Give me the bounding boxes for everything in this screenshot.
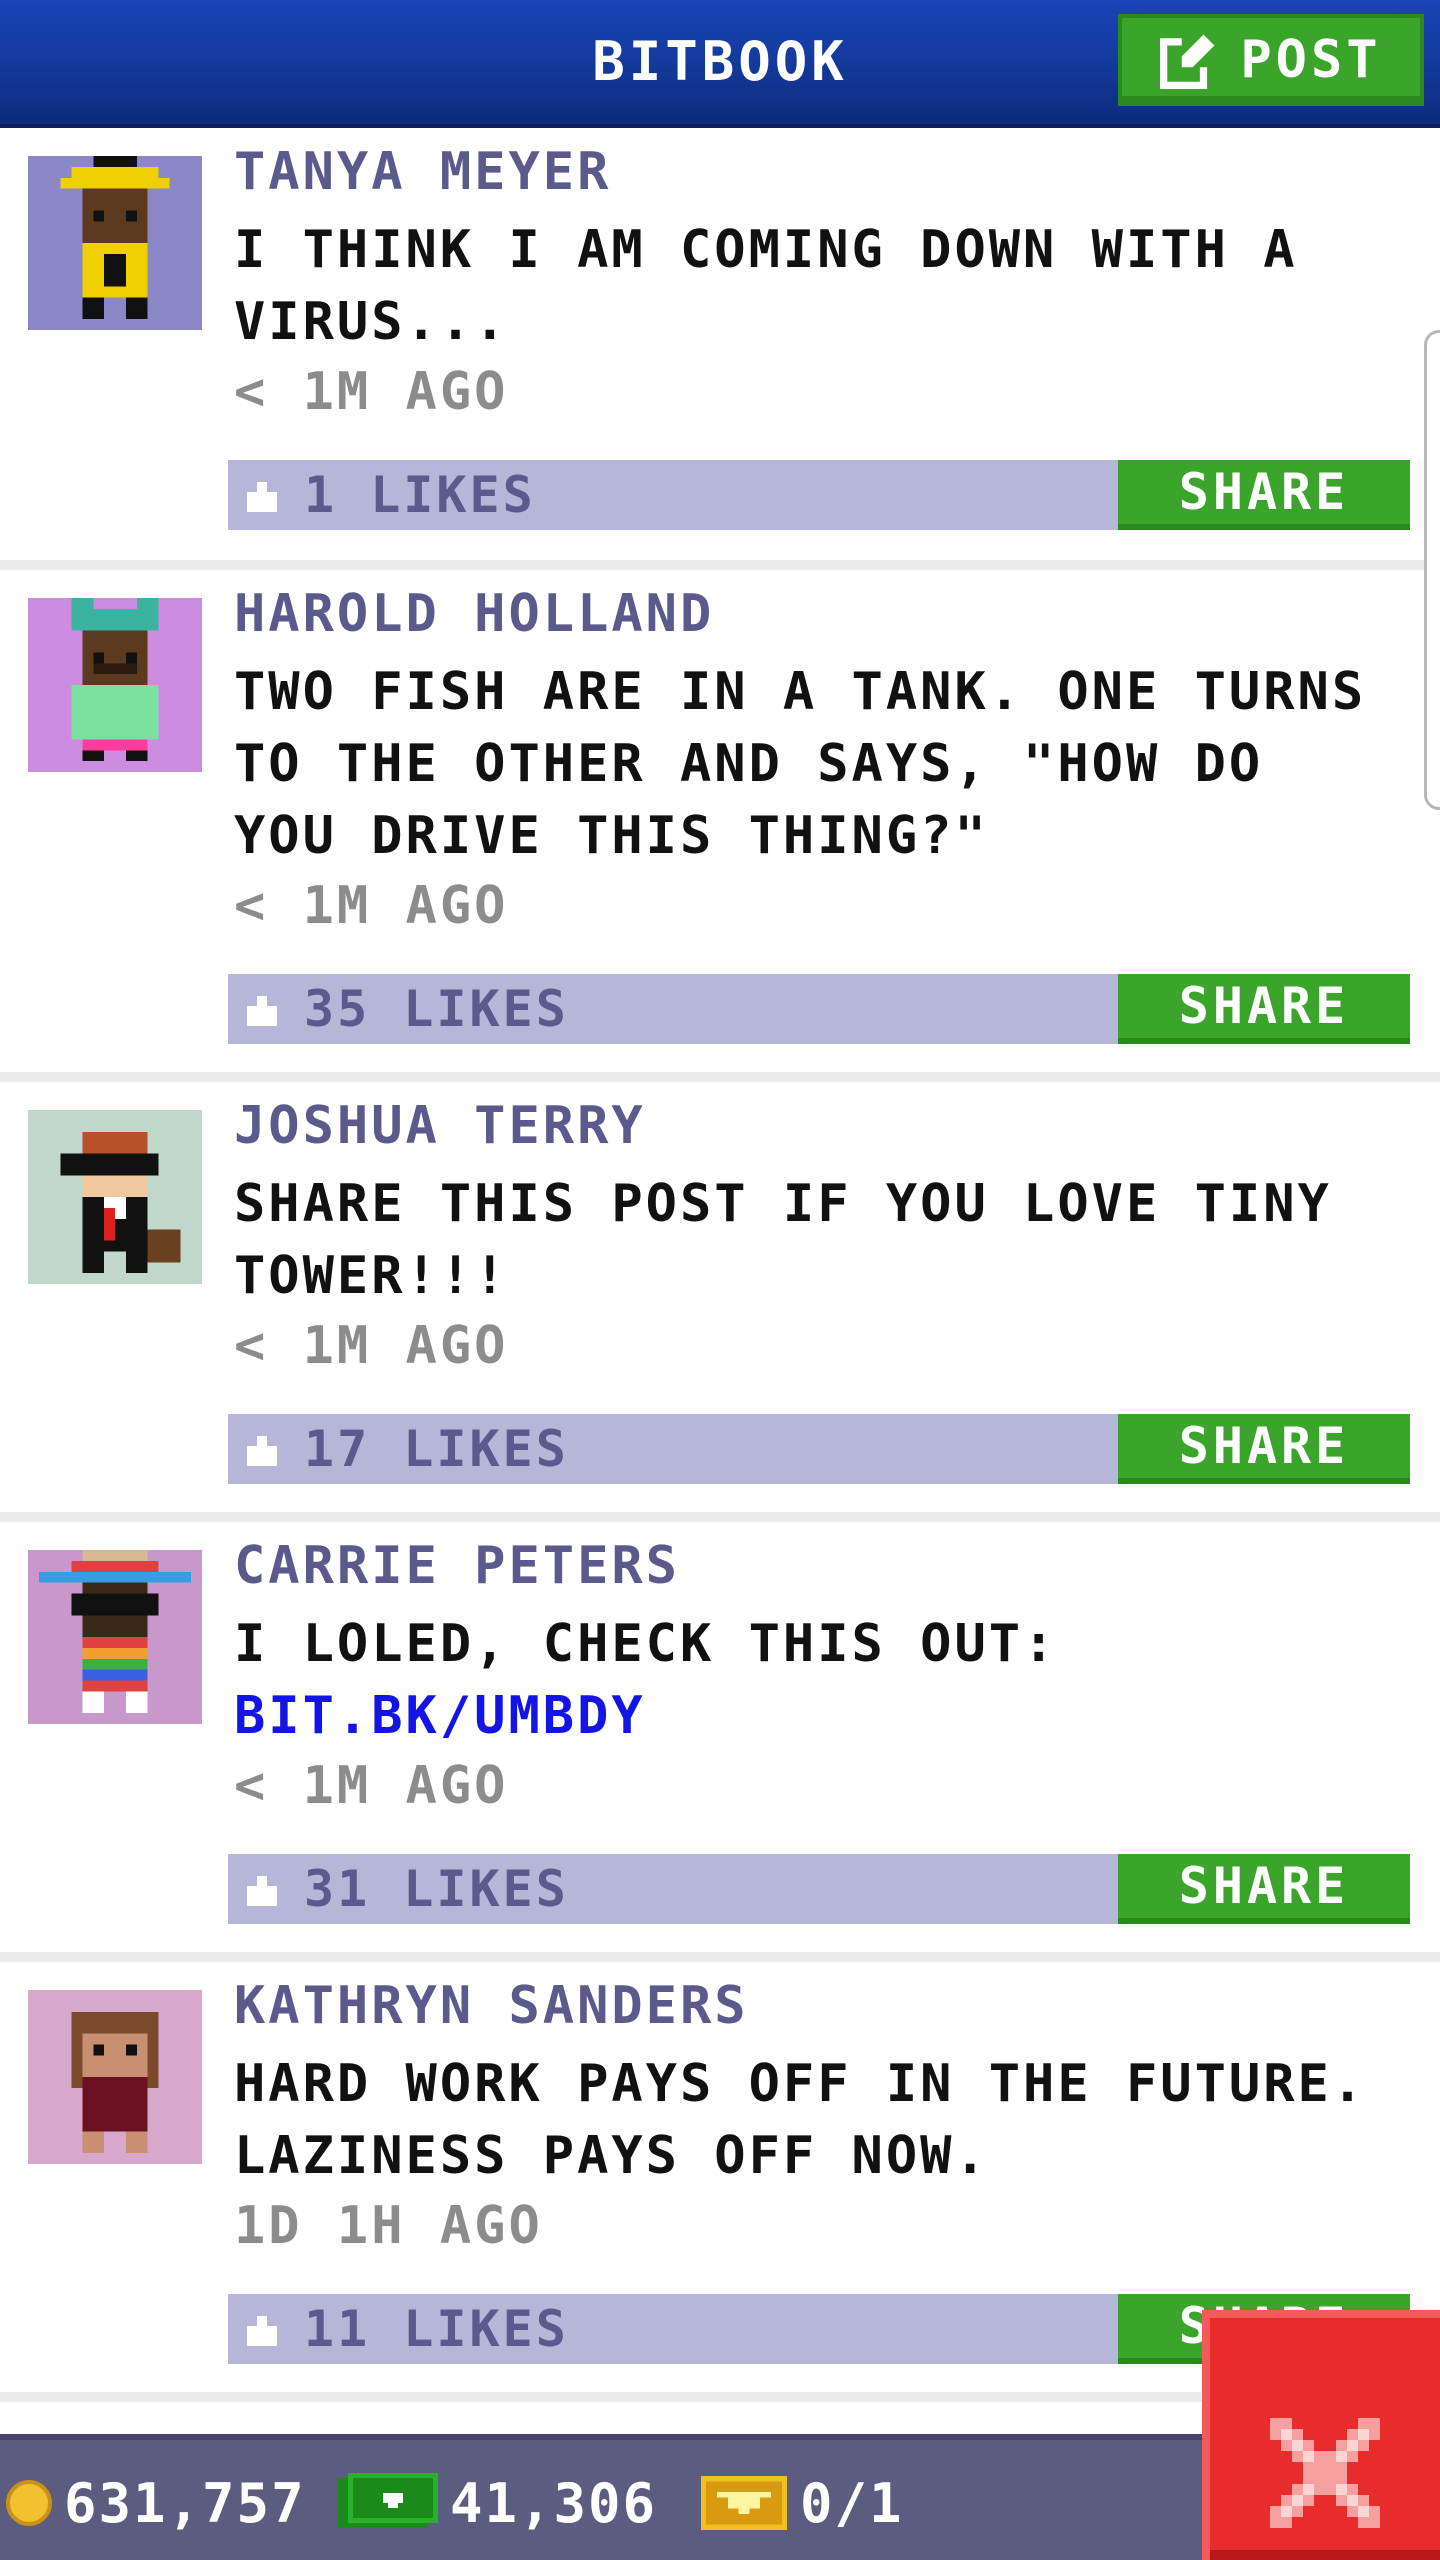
- feed-post: HAROLD HOLLAND TWO FISH ARE IN A TANK. O…: [0, 570, 1440, 1082]
- bitbook-screen: BITBOOK POST TANYA MEYER I THINK I AM CO…: [0, 0, 1440, 2560]
- feed-post: TANYA MEYER I THINK I AM COMING DOWN WIT…: [0, 128, 1440, 570]
- share-button[interactable]: SHARE: [1118, 974, 1410, 1044]
- share-button[interactable]: SHARE: [1118, 1414, 1410, 1484]
- share-button[interactable]: SHARE: [1118, 460, 1410, 530]
- coin-icon: [6, 2480, 52, 2526]
- like-count: 35 LIKES: [304, 980, 569, 1038]
- avatar-carrie-image: [28, 1550, 202, 1724]
- like-count: 1 LIKES: [304, 466, 536, 524]
- avatar[interactable]: [28, 598, 202, 772]
- like-bar: 31 LIKES SHARE: [228, 1854, 1410, 1924]
- post-message: I LOLED, CHECK THIS OUT: BIT.BK/UMBDY: [234, 1608, 1394, 1752]
- post-author[interactable]: JOSHUA TERRY: [234, 1096, 646, 1156]
- post-link[interactable]: BIT.BK/UMBDY: [234, 1686, 646, 1746]
- feed-list[interactable]: TANYA MEYER I THINK I AM COMING DOWN WIT…: [0, 128, 1440, 2402]
- avatar-harold-image: [28, 598, 202, 772]
- post-timestamp: < 1M AGO: [234, 876, 509, 936]
- like-count: 31 LIKES: [304, 1860, 569, 1918]
- vip-stat: 0/1: [700, 2466, 904, 2540]
- post-author[interactable]: TANYA MEYER: [234, 142, 611, 202]
- feed-post: JOSHUA TERRY SHARE THIS POST IF YOU LOVE…: [0, 1082, 1440, 1522]
- bux-icon: [338, 2473, 438, 2528]
- post-message-text: HARD WORK PAYS OFF IN THE FUTURE. LAZINE…: [234, 2054, 1367, 2186]
- post-message: HARD WORK PAYS OFF IN THE FUTURE. LAZINE…: [234, 2048, 1394, 2192]
- post-message-text: I THINK I AM COMING DOWN WITH A VIRUS...: [234, 220, 1298, 352]
- avatar-kathryn-image: [28, 1990, 202, 2164]
- avatar[interactable]: [28, 1550, 202, 1724]
- scrollbar[interactable]: [1424, 330, 1440, 810]
- like-bar: 1 LIKES SHARE: [228, 460, 1410, 530]
- avatar[interactable]: [28, 1990, 202, 2164]
- thumbs-up-icon[interactable]: [242, 2316, 282, 2346]
- close-icon: [1270, 2418, 1380, 2528]
- post-author[interactable]: CARRIE PETERS: [234, 1536, 680, 1596]
- avatar[interactable]: [28, 1110, 202, 1284]
- avatar-tanya-image: [28, 156, 202, 330]
- avatar[interactable]: [28, 156, 202, 330]
- post-author[interactable]: HAROLD HOLLAND: [234, 584, 714, 644]
- post-message: TWO FISH ARE IN A TANK. ONE TURNS TO THE…: [234, 656, 1394, 872]
- thumbs-up-icon[interactable]: [242, 996, 282, 1026]
- post-message-text: I LOLED, CHECK THIS OUT:: [234, 1614, 1058, 1674]
- bux-stat: 41,306: [338, 2466, 657, 2540]
- post-message-text: TWO FISH ARE IN A TANK. ONE TURNS TO THE…: [234, 662, 1367, 866]
- coins-value: 631,757: [64, 2471, 306, 2535]
- post-author[interactable]: KATHRYN SANDERS: [234, 1976, 749, 2036]
- vip-value: 0/1: [800, 2471, 904, 2535]
- thumbs-up-icon[interactable]: [242, 482, 282, 512]
- bux-value: 41,306: [450, 2471, 658, 2535]
- like-bar: 35 LIKES SHARE: [228, 974, 1410, 1044]
- post-message: I THINK I AM COMING DOWN WITH A VIRUS...: [234, 214, 1394, 358]
- coins-stat: 631,757: [6, 2466, 306, 2540]
- thumbs-up-icon[interactable]: [242, 1876, 282, 1906]
- like-bar: 17 LIKES SHARE: [228, 1414, 1410, 1484]
- avatar-joshua-image: [28, 1110, 202, 1284]
- post-timestamp: < 1M AGO: [234, 1756, 509, 1816]
- share-button[interactable]: SHARE: [1118, 1854, 1410, 1924]
- post-button-label: POST: [1240, 30, 1382, 90]
- post-message: SHARE THIS POST IF YOU LOVE TINY TOWER!!…: [234, 1168, 1394, 1312]
- like-count: 17 LIKES: [304, 1420, 569, 1478]
- close-button[interactable]: [1202, 2310, 1440, 2560]
- post-timestamp: < 1M AGO: [234, 362, 509, 422]
- post-timestamp: < 1M AGO: [234, 1316, 509, 1376]
- like-count: 11 LIKES: [304, 2300, 569, 2358]
- edit-icon: [1160, 34, 1215, 89]
- header-bar: BITBOOK POST: [0, 0, 1440, 128]
- post-button[interactable]: POST: [1118, 14, 1424, 106]
- post-timestamp: 1D 1H AGO: [234, 2196, 543, 2256]
- thumbs-up-icon[interactable]: [242, 1436, 282, 1466]
- post-message-text: SHARE THIS POST IF YOU LOVE TINY TOWER!!…: [234, 1174, 1332, 1306]
- feed-post: CARRIE PETERS I LOLED, CHECK THIS OUT: B…: [0, 1522, 1440, 1962]
- vip-ticket-icon: [700, 2476, 788, 2530]
